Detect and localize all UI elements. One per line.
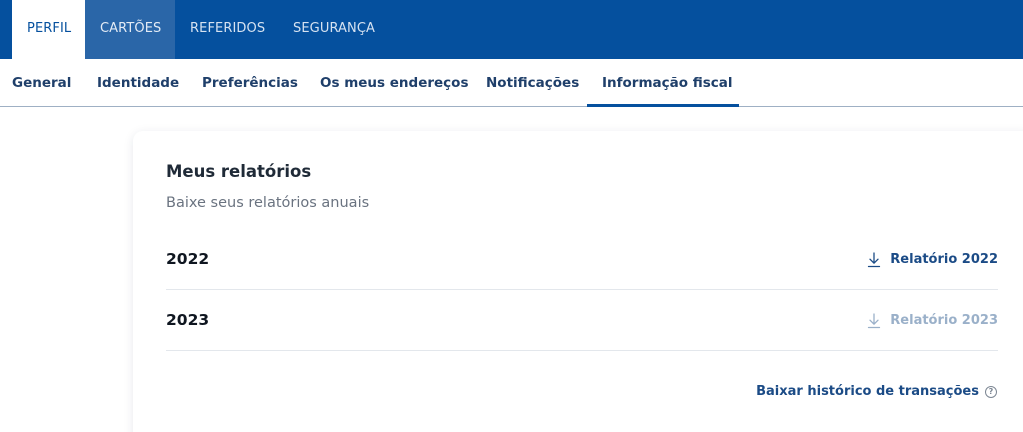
tab-perfil[interactable]: PERFIL xyxy=(12,0,85,59)
active-subtab-indicator xyxy=(587,104,739,107)
tab-cartoes[interactable]: CARTÕES xyxy=(85,0,175,59)
download-icon xyxy=(868,312,881,328)
report-row-2022: 2022 Relatório 2022 xyxy=(166,229,998,290)
top-nav: PERFIL CARTÕES REFERIDOS SEGURANÇA xyxy=(0,0,1023,59)
subtab-informacao-fiscal[interactable]: Informação fiscal xyxy=(602,59,733,107)
subtab-notificacoes[interactable]: Notificações xyxy=(486,59,579,107)
history-link-label: Baixar histórico de transações xyxy=(756,384,979,399)
report-year: 2022 xyxy=(166,250,210,268)
subtab-general[interactable]: General xyxy=(12,59,71,107)
download-report-label: Relatório 2023 xyxy=(890,313,998,328)
download-report-2023-link[interactable]: Relatório 2023 xyxy=(867,290,998,351)
tab-referidos[interactable]: REFERIDOS xyxy=(190,0,265,59)
subtab-preferencias[interactable]: Preferências xyxy=(202,59,298,107)
download-report-2022-link[interactable]: Relatório 2022 xyxy=(867,229,998,290)
sub-nav: General Identidade Preferências Os meus … xyxy=(0,59,1023,107)
report-row-2023: 2023 Relatório 2023 xyxy=(166,290,998,351)
reports-subtitle: Baixe seus relatórios anuais xyxy=(166,195,370,211)
download-transaction-history-link[interactable]: Baixar histórico de transações ? xyxy=(756,384,997,399)
download-icon xyxy=(868,251,881,267)
tab-seguranca[interactable]: SEGURANÇA xyxy=(293,0,375,59)
reports-title: Meus relatórios xyxy=(166,162,312,181)
report-year: 2023 xyxy=(166,311,210,329)
help-circle-icon[interactable]: ? xyxy=(985,385,997,398)
download-report-label: Relatório 2022 xyxy=(890,252,998,267)
subtab-identidade[interactable]: Identidade xyxy=(97,59,179,107)
subtab-enderecos[interactable]: Os meus endereços xyxy=(320,59,469,107)
